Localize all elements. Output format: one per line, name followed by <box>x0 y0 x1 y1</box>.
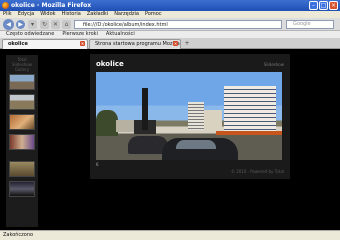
menu-help[interactable]: Pomoc <box>145 11 162 18</box>
photo-building <box>188 102 204 130</box>
photo-car-window <box>176 140 216 149</box>
menu-bar: Plik Edycja Widok Historia Zakładki Narz… <box>0 11 340 18</box>
status-text: Zakończono <box>3 232 34 238</box>
slideshow-link[interactable]: Slideshow <box>264 62 284 67</box>
search-input[interactable]: Google <box>286 20 334 29</box>
stop-button[interactable]: ✕ <box>51 20 60 29</box>
bookmarks-toolbar: Często odwiedzane Pierwsze kroki Aktualn… <box>0 31 340 38</box>
tab-okolice[interactable]: okolice × <box>2 39 88 49</box>
photo-tree <box>96 110 118 136</box>
thumbnail[interactable] <box>9 181 35 197</box>
menu-bookmarks[interactable]: Zakładki <box>87 11 108 18</box>
photo-tram <box>216 131 282 135</box>
forward-button[interactable]: ▶ <box>16 20 25 29</box>
tab-start-page[interactable]: Strona startowa programu Mozilla Firefox… <box>89 39 181 55</box>
close-tab-icon[interactable]: × <box>80 41 85 46</box>
thumbnail[interactable] <box>9 94 35 110</box>
reload-button[interactable]: ↻ <box>40 20 49 29</box>
gallery-footer: © 2010 · Powered by Total <box>230 169 284 174</box>
thumbnail[interactable] <box>9 134 35 150</box>
close-window-button[interactable]: × <box>329 1 338 10</box>
home-button[interactable]: ⌂ <box>62 20 71 29</box>
thumbnail[interactable] <box>9 74 35 90</box>
bookmark-getting-started[interactable]: Pierwsze kroki <box>62 31 98 38</box>
bookmark-news[interactable]: Aktualności <box>106 31 135 38</box>
menu-edit[interactable]: Edycja <box>18 11 35 18</box>
photo-building <box>204 110 222 130</box>
minimize-button[interactable]: – <box>309 1 318 10</box>
photo-viewer: okolice Slideshow 6 © 2010 · Powered by … <box>90 54 290 179</box>
photo-monument <box>142 88 148 130</box>
status-bar: Zakończono <box>0 230 340 240</box>
thumbnail-strip: Total Slideshow Gallery <box>6 55 38 227</box>
new-tab-button[interactable]: + <box>183 40 191 48</box>
image-counter: 6 <box>96 162 99 167</box>
gallery-heading: Total Slideshow Gallery <box>11 57 33 72</box>
address-text: file:///D:/okolice/album/index.html <box>83 22 168 28</box>
thumbnail[interactable] <box>9 161 35 177</box>
menu-file[interactable]: Plik <box>3 11 12 18</box>
window-title: okolice - Mozilla Firefox <box>11 2 92 9</box>
main-photo[interactable] <box>96 72 282 160</box>
address-bar[interactable]: file:///D:/okolice/album/index.html <box>74 20 282 29</box>
menu-view[interactable]: Widok <box>40 11 55 18</box>
menu-history[interactable]: Historia <box>62 11 81 18</box>
maximize-button[interactable]: □ <box>319 1 328 10</box>
page-content: Total Slideshow Gallery okolice Slidesho… <box>0 49 340 230</box>
menu-tools[interactable]: Narzędzia <box>114 11 139 18</box>
dropdown-history-button[interactable]: ▾ <box>28 20 37 29</box>
close-tab-icon[interactable]: × <box>173 41 178 46</box>
tab-label: okolice <box>8 41 28 47</box>
navigation-toolbar: ◀ ▶ ▾ ↻ ✕ ⌂ file:///D:/okolice/album/ind… <box>0 18 340 31</box>
gallery-title: okolice <box>96 60 124 68</box>
photo-building <box>224 86 276 132</box>
bookmark-most-visited[interactable]: Często odwiedzane <box>6 31 54 38</box>
tab-bar: okolice × Strona startowa programu Mozil… <box>0 38 340 55</box>
back-button[interactable]: ◀ <box>3 19 14 30</box>
search-placeholder: Google <box>293 21 311 27</box>
title-bar: okolice - Mozilla Firefox – □ × <box>0 0 340 11</box>
firefox-logo-icon <box>2 2 9 9</box>
window-controls: – □ × <box>309 1 338 10</box>
thumbnail[interactable] <box>9 114 35 130</box>
